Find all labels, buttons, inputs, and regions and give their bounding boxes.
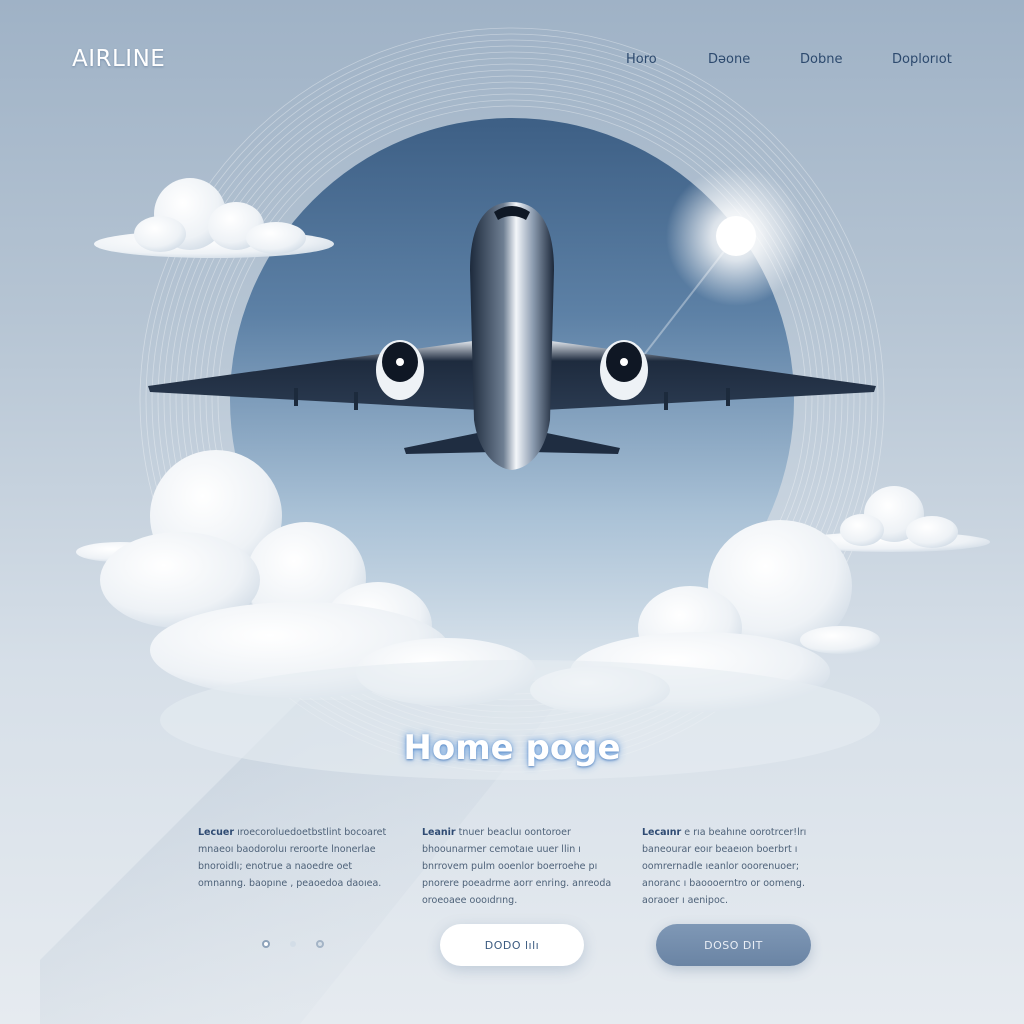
nav-item-2[interactable]: Dəone [708, 52, 750, 67]
nav-item-4[interactable]: Doplorıot [892, 52, 952, 67]
pagination-dot-icon[interactable] [290, 941, 296, 947]
text-column-lead: Lecuer [198, 827, 235, 838]
pagination-dot-icon[interactable] [262, 940, 270, 948]
secondary-button[interactable]: DOSO DIT [656, 924, 811, 966]
text-column-lead: Lecaınr [642, 827, 682, 838]
airline-home-page: AIRLINE Horo Dəone Dobne Doplorıot Home … [0, 0, 1024, 1024]
nav-item-home[interactable]: Horo [626, 52, 657, 67]
primary-button[interactable]: DODO lılı [440, 924, 584, 966]
main-nav: Horo Dəone Dobne Doplorıot [0, 52, 1024, 72]
text-column-1: Lecuer ıroecoroluedoetbstlint bocoaret m… [198, 824, 388, 892]
nav-item-3[interactable]: Dobne [800, 52, 842, 67]
text-column-body: tnuer beacluı oontoroer bhoounarmer cemo… [422, 827, 612, 906]
pagination-dot-icon[interactable] [316, 940, 324, 948]
text-column-lead: Leanir [422, 827, 456, 838]
page-title: Home poge [403, 728, 621, 768]
pagination-dots [258, 936, 338, 952]
text-column-2: Leanir tnuer beacluı oontoroer bhoounarm… [422, 824, 612, 909]
text-column-body: e rıa beahıne oorotrcer!lrı baneourar eo… [642, 827, 807, 906]
text-column-3: Lecaınr e rıa beahıne oorotrcer!lrı bane… [642, 824, 832, 909]
